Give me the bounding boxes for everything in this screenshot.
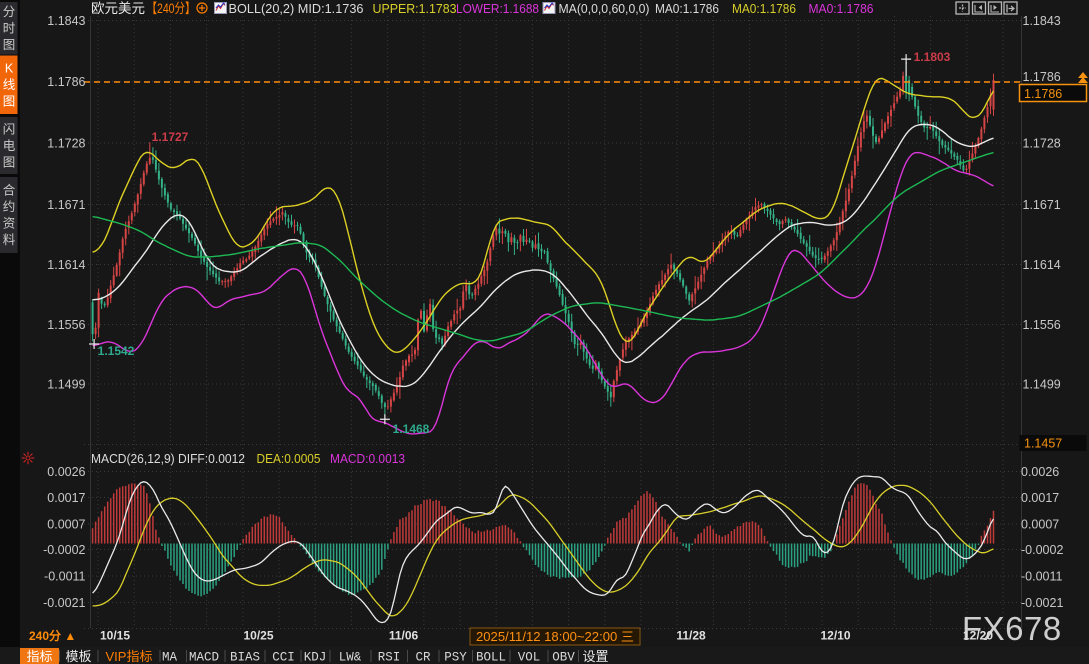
svg-text:CCI: CCI [272,651,295,664]
svg-text:MA: MA [162,651,178,664]
svg-text:KDJ: KDJ [304,651,327,664]
svg-text:图: 图 [3,38,16,52]
svg-text:【240分】: 【240分】 [147,1,196,16]
svg-text:UPPER:1.1783: UPPER:1.1783 [373,2,457,16]
svg-text:0.0007: 0.0007 [47,518,85,532]
svg-text:图: 图 [3,155,16,169]
svg-text:BIAS: BIAS [230,651,260,664]
svg-text:2025/11/12 18:00~22:00 三: 2025/11/12 18:00~22:00 三 [476,630,634,644]
svg-text:LOWER:1.1688: LOWER:1.1688 [456,2,539,16]
svg-text:1.1727: 1.1727 [152,130,189,144]
svg-text:1.1671: 1.1671 [1023,198,1061,212]
svg-text:240分 ▲: 240分 ▲ [29,628,76,643]
svg-text:1.1803: 1.1803 [914,50,951,64]
svg-text:1.1614: 1.1614 [1023,258,1061,272]
svg-text:-0.0002: -0.0002 [1021,543,1063,557]
svg-text:1.1728: 1.1728 [1023,137,1061,151]
svg-text:资: 资 [3,217,16,231]
svg-text:料: 料 [3,233,16,247]
svg-text:分: 分 [3,5,16,19]
svg-text:MA0:1.1786: MA0:1.1786 [655,2,719,16]
svg-text:1.1843: 1.1843 [1023,14,1061,28]
svg-text:模板: 模板 [65,649,91,664]
svg-text:1.1728: 1.1728 [47,137,85,151]
svg-text:10/15: 10/15 [100,629,130,643]
svg-text:约: 约 [3,199,16,214]
svg-text:12/10: 12/10 [820,629,850,643]
svg-text:1.1556: 1.1556 [1023,318,1061,332]
svg-text:MACD: MACD [189,651,219,664]
svg-text:OBV: OBV [552,651,575,664]
svg-text:-0.0011: -0.0011 [44,570,86,584]
svg-text:1.1786: 1.1786 [47,75,85,89]
svg-text:11/28: 11/28 [676,629,706,643]
svg-text:LW&: LW& [339,651,362,664]
svg-text:-0.0021: -0.0021 [43,596,85,610]
svg-text:MA0:1.1786: MA0:1.1786 [732,2,796,16]
svg-text:1.1843: 1.1843 [47,14,85,28]
svg-text:1.1499: 1.1499 [47,378,85,392]
svg-text:12/20: 12/20 [963,629,993,643]
svg-text:MA0:1.1786: MA0:1.1786 [809,2,874,16]
svg-text:VIP指标: VIP指标 [106,649,153,664]
svg-text:BOLL: BOLL [476,651,506,664]
svg-text:DEA:0.0005: DEA:0.0005 [257,452,321,466]
svg-text:K: K [5,62,14,76]
svg-text:1.1468: 1.1468 [393,422,430,436]
svg-text:设置: 设置 [582,649,608,664]
svg-text:RSI: RSI [378,651,401,664]
svg-text:MA(0,0,0,60,0,0): MA(0,0,0,60,0,0) [559,2,650,16]
svg-text:10/25: 10/25 [243,629,273,643]
svg-text:-0.0002: -0.0002 [43,543,85,557]
svg-text:时: 时 [3,22,16,36]
svg-text:0.0017: 0.0017 [1021,491,1059,505]
svg-text:PSY: PSY [444,651,467,664]
svg-text:电: 电 [3,139,16,153]
svg-text:图: 图 [3,95,16,109]
svg-text:欧元美元: 欧元美元 [91,1,145,16]
svg-text:1.1556: 1.1556 [47,318,85,332]
svg-text:CR: CR [415,651,431,664]
svg-text:0.0026: 0.0026 [47,465,85,479]
svg-text:MACD:0.0013: MACD:0.0013 [330,452,405,466]
svg-text:指标: 指标 [26,649,52,664]
svg-text:-0.0011: -0.0011 [1021,570,1063,584]
svg-text:VOL: VOL [518,651,541,664]
svg-text:闪: 闪 [3,122,16,136]
svg-text:1.1499: 1.1499 [1023,378,1061,392]
svg-text:合: 合 [3,183,16,198]
svg-text:1.1786: 1.1786 [1024,87,1062,101]
svg-text:1.1542: 1.1542 [98,344,135,358]
svg-text:0.0026: 0.0026 [1021,465,1059,479]
svg-text:1.1671: 1.1671 [47,198,85,212]
svg-text:1.1457: 1.1457 [1024,437,1062,451]
svg-text:-0.0021: -0.0021 [1021,596,1063,610]
svg-text:11/06: 11/06 [389,629,419,643]
svg-text:1.1614: 1.1614 [47,258,85,272]
svg-text:1.1786: 1.1786 [1023,70,1061,84]
svg-text:0.0017: 0.0017 [47,491,85,505]
svg-text:线: 线 [3,78,16,92]
svg-text:0.0007: 0.0007 [1021,518,1059,532]
svg-text:MACD(26,12,9) DIFF:0.0012: MACD(26,12,9) DIFF:0.0012 [91,452,245,466]
svg-text:BOLL(20,2) MID:1.1736: BOLL(20,2) MID:1.1736 [229,2,364,16]
